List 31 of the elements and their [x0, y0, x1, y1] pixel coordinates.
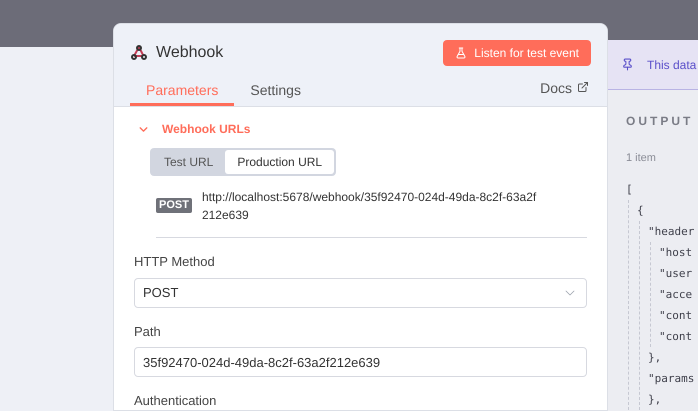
json-line: "acce [659, 286, 694, 302]
method-badge: POST [156, 198, 192, 213]
json-line: { [637, 202, 645, 218]
json-line: "cont [659, 328, 694, 344]
json-line: }, [648, 392, 662, 408]
input-field[interactable]: 35f92470-024d-49da-8c2f-63a2f212e639 [134, 347, 587, 377]
pin-icon [621, 58, 634, 71]
json-line: "cont [659, 308, 694, 324]
json-line: [ [626, 182, 634, 198]
json-line: "user [659, 266, 694, 282]
json-line: "params [648, 370, 696, 386]
webhook-url: http://localhost:5678/webhook/35f92470-024d-49da-8c2f-63a2f212e639 [202, 189, 538, 224]
field-label: Path [134, 322, 162, 340]
output-title: OUTPUT [626, 113, 694, 130]
field-label: HTTP Method [134, 253, 216, 271]
field-label: Authentication [134, 392, 218, 410]
json-line: }, [648, 350, 662, 366]
dialog-title: Webhook [156, 43, 224, 63]
toggle-option[interactable]: Production URL [225, 150, 334, 174]
json-line: "header [648, 224, 696, 240]
toggle-option[interactable]: Test URL [152, 150, 226, 174]
external-link-icon [577, 81, 589, 93]
item-count: 1 item [626, 151, 657, 166]
select-field[interactable]: POST [134, 278, 587, 308]
docs-link[interactable]: Docs [540, 78, 591, 106]
json-line: "host [659, 244, 694, 260]
tab[interactable]: Settings [234, 78, 317, 106]
section-title: Webhook URLs [162, 121, 250, 138]
webhook-icon [130, 45, 148, 61]
flask-icon [455, 47, 468, 59]
banner-text: This data [647, 56, 696, 74]
